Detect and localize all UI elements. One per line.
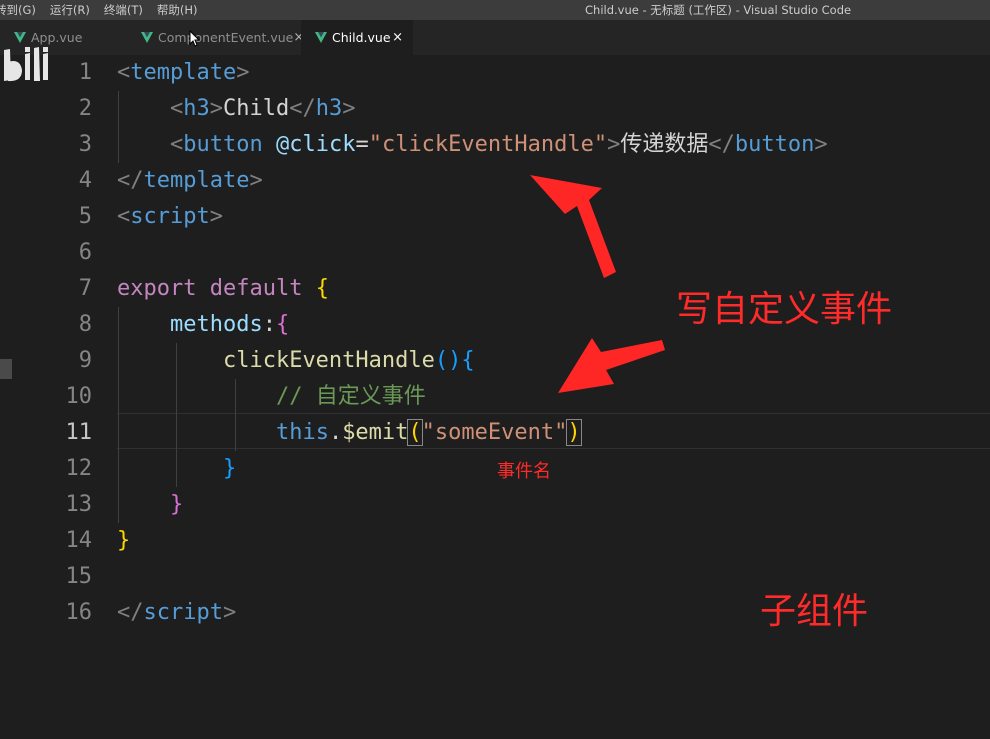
arrow-up-left-icon xyxy=(530,175,616,278)
annotation-arrows xyxy=(530,175,665,393)
annotation-custom-event: 写自定义事件 xyxy=(676,289,893,330)
annotation-child-component: 子组件 xyxy=(760,591,869,632)
arrow-left-icon xyxy=(558,338,665,393)
annotation-event-name: 事件名 xyxy=(497,461,551,482)
